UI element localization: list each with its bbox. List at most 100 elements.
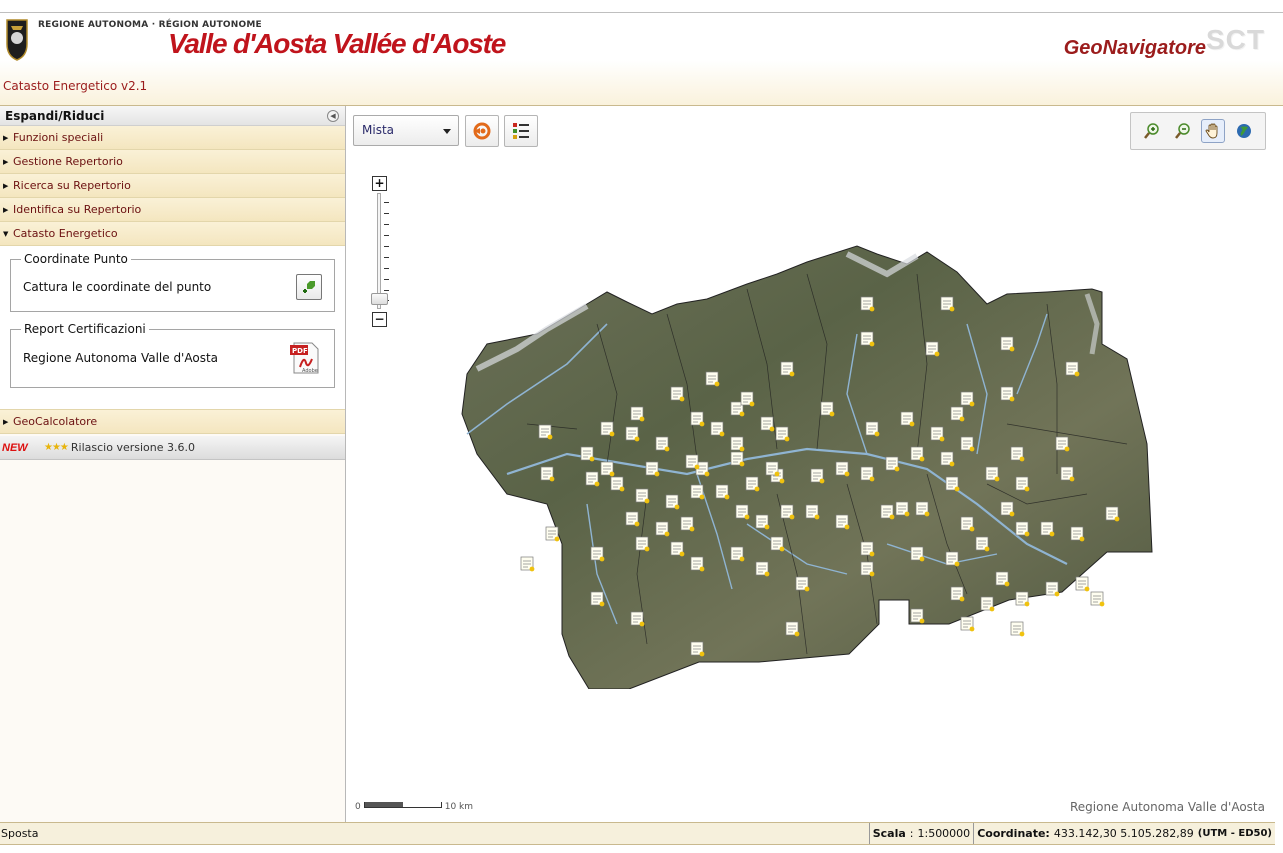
certificate-marker-icon[interactable] (690, 484, 705, 500)
certificate-marker-icon[interactable] (950, 586, 965, 602)
certificate-marker-icon[interactable] (805, 504, 820, 520)
zoom-slider[interactable]: + − (371, 176, 389, 328)
certificate-marker-icon[interactable] (1000, 386, 1015, 402)
certificate-marker-icon[interactable] (520, 556, 535, 572)
certificate-marker-icon[interactable] (625, 426, 640, 442)
certificate-marker-icon[interactable] (795, 576, 810, 592)
certificate-marker-icon[interactable] (710, 421, 725, 437)
certificate-marker-icon[interactable] (625, 511, 640, 527)
certificate-marker-icon[interactable] (1060, 466, 1075, 482)
certificate-marker-icon[interactable] (755, 561, 770, 577)
certificate-marker-icon[interactable] (740, 391, 755, 407)
certificate-marker-icon[interactable] (915, 501, 930, 517)
certificate-marker-icon[interactable] (1090, 591, 1105, 607)
certificate-marker-icon[interactable] (910, 608, 925, 624)
certificate-marker-icon[interactable] (835, 461, 850, 477)
refresh-button[interactable] (465, 115, 499, 147)
certificate-marker-icon[interactable] (980, 596, 995, 612)
certificate-marker-icon[interactable] (960, 616, 975, 632)
certificate-marker-icon[interactable] (730, 436, 745, 452)
certificate-marker-icon[interactable] (1045, 581, 1060, 597)
zoom-slider-handle[interactable] (371, 293, 388, 305)
certificate-marker-icon[interactable] (1010, 621, 1025, 637)
certificate-marker-icon[interactable] (1015, 476, 1030, 492)
certificate-marker-icon[interactable] (860, 296, 875, 312)
full-extent-button[interactable] (1232, 119, 1256, 143)
accordion-ricerca-repertorio[interactable]: ▶ Ricerca su Repertorio (0, 174, 345, 198)
certificate-marker-icon[interactable] (760, 416, 775, 432)
certificate-marker-icon[interactable] (590, 591, 605, 607)
certificate-marker-icon[interactable] (645, 461, 660, 477)
certificate-marker-icon[interactable] (1015, 521, 1030, 537)
certificate-marker-icon[interactable] (940, 451, 955, 467)
accordion-geocalcolatore[interactable]: ▶ GeoCalcolatore (0, 410, 345, 434)
release-news-row[interactable]: NEW ★★★ Rilascio versione 3.6.0 (0, 436, 345, 460)
certificate-marker-icon[interactable] (538, 424, 553, 440)
collapse-sidebar-icon[interactable]: ◀ (327, 110, 339, 122)
certificate-marker-icon[interactable] (1010, 446, 1025, 462)
certificate-marker-icon[interactable] (600, 421, 615, 437)
basemap-select[interactable]: Mista (353, 115, 459, 146)
certificate-marker-icon[interactable] (730, 451, 745, 467)
map-area[interactable]: Mista + − 0 10 km Regione Autonoma Valle… (347, 106, 1275, 822)
certificate-marker-icon[interactable] (910, 546, 925, 562)
zoom-in-button[interactable] (1140, 119, 1164, 143)
zoom-slider-plus-button[interactable]: + (372, 176, 387, 191)
certificate-marker-icon[interactable] (1070, 526, 1085, 542)
certificate-marker-icon[interactable] (730, 546, 745, 562)
certificate-marker-icon[interactable] (670, 386, 685, 402)
certificate-marker-icon[interactable] (1040, 521, 1055, 537)
accordion-catasto-energetico[interactable]: ▼ Catasto Energetico (0, 222, 345, 246)
certificate-marker-icon[interactable] (775, 426, 790, 442)
certificate-marker-icon[interactable] (780, 361, 795, 377)
zoom-out-button[interactable] (1171, 119, 1195, 143)
certificate-marker-icon[interactable] (960, 436, 975, 452)
certificate-marker-icon[interactable] (880, 504, 895, 520)
certificate-marker-icon[interactable] (985, 466, 1000, 482)
certificate-marker-icon[interactable] (745, 476, 760, 492)
certificate-marker-icon[interactable] (860, 331, 875, 347)
certificate-marker-icon[interactable] (765, 461, 780, 477)
certificate-marker-icon[interactable] (885, 456, 900, 472)
certificate-marker-icon[interactable] (670, 541, 685, 557)
certificate-marker-icon[interactable] (940, 296, 955, 312)
certificate-marker-icon[interactable] (895, 501, 910, 517)
certificate-marker-icon[interactable] (780, 504, 795, 520)
certificate-marker-icon[interactable] (755, 514, 770, 530)
accordion-identifica-repertorio[interactable]: ▶ Identifica su Repertorio (0, 198, 345, 222)
certificate-marker-icon[interactable] (580, 446, 595, 462)
certificate-marker-icon[interactable] (1000, 336, 1015, 352)
certificate-marker-icon[interactable] (960, 516, 975, 532)
pan-button[interactable] (1201, 119, 1226, 143)
certificate-marker-icon[interactable] (1015, 591, 1030, 607)
certificate-marker-icon[interactable] (770, 536, 785, 552)
certificate-marker-icon[interactable] (930, 426, 945, 442)
zoom-slider-minus-button[interactable]: − (372, 312, 387, 327)
accordion-gestione-repertorio[interactable]: ▶ Gestione Repertorio (0, 150, 345, 174)
certificate-marker-icon[interactable] (690, 641, 705, 657)
certificate-marker-icon[interactable] (995, 571, 1010, 587)
certificate-marker-icon[interactable] (635, 488, 650, 504)
pdf-report-icon[interactable]: PDF Adobe (288, 341, 322, 375)
certificate-marker-icon[interactable] (925, 341, 940, 357)
certificate-marker-icon[interactable] (690, 556, 705, 572)
certificate-marker-icon[interactable] (630, 611, 645, 627)
capture-point-button[interactable] (296, 274, 322, 300)
certificate-marker-icon[interactable] (1065, 361, 1080, 377)
certificate-marker-icon[interactable] (1075, 576, 1090, 592)
certificate-marker-icon[interactable] (945, 551, 960, 567)
certificate-marker-icon[interactable] (810, 468, 825, 484)
certificate-marker-icon[interactable] (715, 484, 730, 500)
certificate-marker-icon[interactable] (865, 421, 880, 437)
certificate-marker-icon[interactable] (975, 536, 990, 552)
certificate-marker-icon[interactable] (685, 454, 700, 470)
certificate-marker-icon[interactable] (910, 446, 925, 462)
certificate-marker-icon[interactable] (655, 436, 670, 452)
certificate-marker-icon[interactable] (960, 391, 975, 407)
certificate-marker-icon[interactable] (860, 466, 875, 482)
certificate-marker-icon[interactable] (590, 546, 605, 562)
certificate-marker-icon[interactable] (835, 514, 850, 530)
certificate-marker-icon[interactable] (540, 466, 555, 482)
certificate-marker-icon[interactable] (900, 411, 915, 427)
certificate-marker-icon[interactable] (945, 476, 960, 492)
